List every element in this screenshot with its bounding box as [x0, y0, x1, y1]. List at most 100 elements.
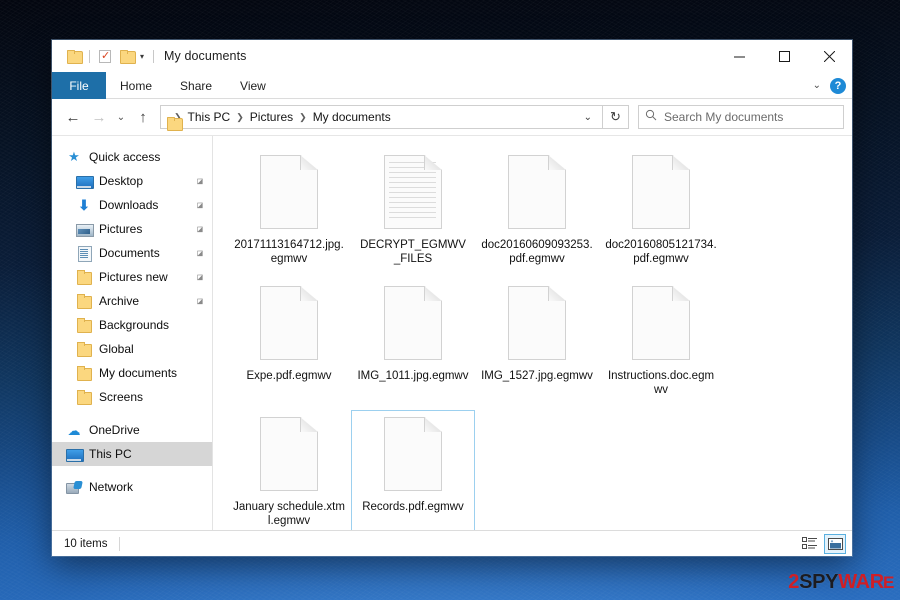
file-grid: 20171113164712.jpg.egmwv DECRYPT_EGMWV_F…: [227, 148, 846, 530]
file-name: Expe.pdf.egmwv: [246, 370, 332, 382]
sidebar-item-this-pc[interactable]: This PC: [52, 442, 212, 466]
blank-document-icon: [632, 155, 690, 229]
sidebar-item-network[interactable]: Network: [52, 475, 212, 499]
star-icon: ★: [68, 149, 80, 164]
file-list-pane[interactable]: 20171113164712.jpg.egmwv DECRYPT_EGMWV_F…: [213, 136, 852, 530]
desktop-icon: [76, 173, 94, 189]
pictures-icon: [76, 221, 94, 237]
divider: [119, 536, 121, 551]
file-item[interactable]: IMG_1527.jpg.egmwv: [475, 279, 599, 404]
status-bar: 10 items: [52, 530, 852, 556]
sidebar-item-label: Pictures: [99, 222, 143, 236]
back-button[interactable]: ←: [60, 104, 86, 130]
computer-icon: [66, 446, 84, 462]
close-button[interactable]: [807, 40, 852, 72]
breadcrumb-item-pictures[interactable]: Pictures: [247, 110, 296, 124]
pin-icon: ⬗: [193, 294, 207, 308]
details-view-button[interactable]: [798, 534, 820, 554]
cloud-icon: ☁: [67, 423, 81, 438]
tab-home[interactable]: Home: [106, 72, 166, 99]
folder-icon: [76, 341, 92, 357]
file-item-selected[interactable]: Records.pdf.egmwv: [351, 410, 475, 530]
large-icons-view-button[interactable]: [824, 533, 846, 554]
file-item[interactable]: DECRYPT_EGMWV_FILES: [351, 148, 475, 273]
pin-icon: ⬗: [193, 246, 207, 260]
breadcrumb-separator: ❯: [236, 111, 244, 122]
quick-access-toolbar: ▾: [52, 40, 158, 72]
folder-icon[interactable]: [63, 45, 85, 67]
file-item[interactable]: 20171113164712.jpg.egmwv: [227, 148, 351, 273]
file-item[interactable]: January schedule.xtml.egmwv: [227, 410, 351, 530]
sidebar-item-global[interactable]: Global: [52, 337, 212, 361]
sidebar-item-desktop[interactable]: Desktop ⬗: [52, 169, 212, 193]
file-name: DECRYPT_EGMWV_FILES: [360, 239, 466, 265]
sidebar-item-label: Documents: [99, 246, 160, 260]
watermark: 2 SPY WAR E: [788, 571, 894, 594]
window-title: My documents: [164, 49, 247, 63]
tab-share[interactable]: Share: [166, 72, 226, 99]
file-name: IMG_1011.jpg.egmwv: [357, 370, 469, 382]
file-item[interactable]: doc20160805121734.pdf.egmwv: [599, 148, 723, 273]
new-folder-icon[interactable]: [116, 45, 138, 67]
sidebar-item-label: Screens: [99, 390, 144, 404]
refresh-button[interactable]: ↻: [603, 105, 629, 129]
tab-view[interactable]: View: [226, 72, 280, 99]
watermark-part-2: SPY: [799, 571, 839, 593]
sidebar-item-screens[interactable]: Screens: [52, 385, 212, 409]
sidebar-item-pictures[interactable]: Pictures ⬗: [52, 217, 212, 241]
up-button[interactable]: ↑: [130, 104, 156, 130]
file-name: January schedule.xtml.egmwv: [233, 501, 345, 527]
sidebar-item-onedrive[interactable]: ☁ OneDrive: [52, 418, 212, 442]
download-icon: ⬇: [78, 197, 90, 213]
maximize-button[interactable]: [762, 40, 807, 72]
sidebar-item-documents[interactable]: Documents ⬗: [52, 241, 212, 265]
file-item[interactable]: IMG_1011.jpg.egmwv: [351, 279, 475, 404]
minimize-button[interactable]: [717, 40, 762, 72]
text-document-icon: [384, 155, 442, 229]
documents-icon: [76, 245, 92, 262]
file-item[interactable]: Instructions.doc.egmwv: [599, 279, 723, 404]
forward-button[interactable]: →: [86, 104, 112, 130]
tab-file[interactable]: File: [52, 72, 106, 99]
file-item[interactable]: doc20160609093253.pdf.egmwv: [475, 148, 599, 273]
file-name: Records.pdf.egmwv: [362, 501, 464, 513]
file-item[interactable]: Expe.pdf.egmwv: [227, 279, 351, 404]
sidebar-item-label: This PC: [89, 447, 132, 461]
blank-document-icon: [384, 286, 442, 360]
breadcrumb-item-this-pc[interactable]: This PC: [185, 110, 234, 124]
sidebar-item-downloads[interactable]: ⬇ Downloads ⬗: [52, 193, 212, 217]
folder-icon: [76, 317, 92, 333]
blank-document-icon: [260, 286, 318, 360]
pin-icon: ⬗: [193, 174, 207, 188]
recent-locations-icon[interactable]: ⌄: [112, 104, 130, 130]
breadcrumb[interactable]: ❯ This PC ❯ Pictures ❯ My documents ⌄: [160, 105, 603, 129]
sidebar-item-label: Global: [99, 342, 134, 356]
properties-icon[interactable]: [94, 45, 116, 67]
sidebar-item-pictures-new[interactable]: Pictures new ⬗: [52, 265, 212, 289]
sidebar-item-archive[interactable]: Archive ⬗: [52, 289, 212, 313]
sidebar-item-label: Downloads: [99, 198, 159, 212]
chevron-down-icon[interactable]: ▾: [138, 52, 149, 61]
search-input[interactable]: Search My documents: [638, 105, 844, 129]
sidebar-item-label: OneDrive: [89, 423, 140, 437]
title-bar: ▾ My documents: [52, 40, 852, 72]
blank-document-icon: [632, 286, 690, 360]
sidebar-item-quick-access[interactable]: ★ Quick access: [52, 145, 212, 169]
chevron-down-icon[interactable]: ⌄: [577, 112, 599, 123]
sidebar-item-backgrounds[interactable]: Backgrounds: [52, 313, 212, 337]
folder-icon: [76, 365, 92, 381]
file-name: IMG_1527.jpg.egmwv: [481, 370, 593, 382]
file-name: doc20160805121734.pdf.egmwv: [605, 239, 717, 265]
breadcrumb-item-my-documents[interactable]: My documents: [310, 110, 394, 124]
sidebar-item-label: Pictures new: [99, 270, 168, 284]
view-buttons: [798, 533, 846, 554]
navigation-pane: ★ Quick access Desktop ⬗ ⬇ Downloads ⬗ P…: [52, 136, 213, 530]
sidebar-item-label: Archive: [99, 294, 140, 308]
file-explorer-window: ▾ My documents File Home Share View ⌄ ? …: [52, 40, 852, 556]
watermark-part-3: WAR: [838, 571, 884, 593]
help-button[interactable]: ?: [830, 77, 846, 94]
divider: [89, 49, 90, 63]
sidebar-item-my-documents[interactable]: My documents: [52, 361, 212, 385]
expand-ribbon-icon[interactable]: ⌄: [813, 80, 821, 91]
